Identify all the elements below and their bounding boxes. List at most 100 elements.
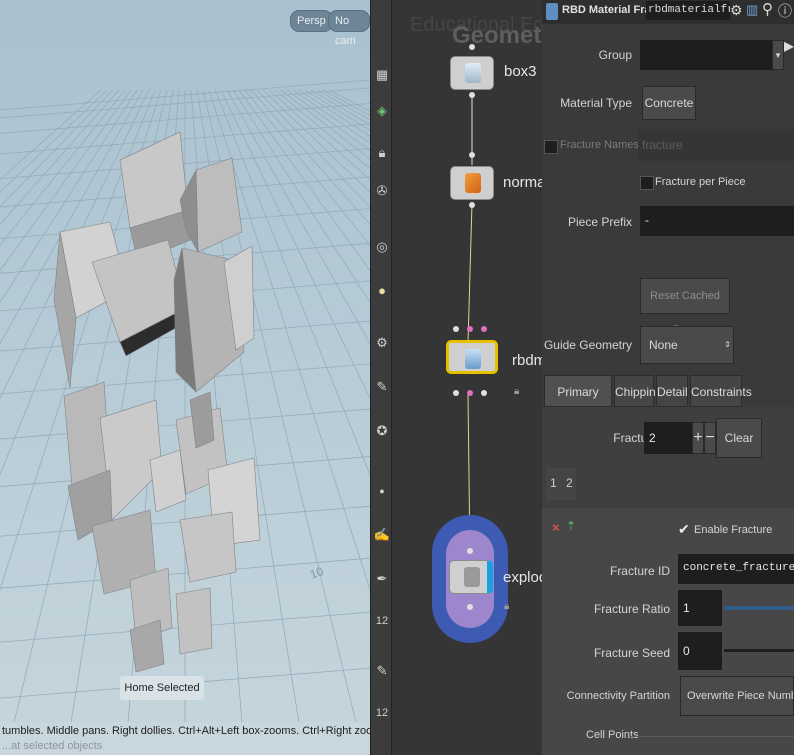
parameter-pane: RBD Material Fracture rbdmaterialfract ⚙… [542, 0, 794, 755]
fracture-seed-label: Fracture Seed [593, 646, 670, 660]
paint-icon[interactable]: ✎ [373, 660, 391, 682]
grid-line [292, 89, 370, 144]
level-tab-1[interactable]: 1 [550, 476, 557, 490]
parameter-header: RBD Material Fracture rbdmaterialfract ⚙… [542, 0, 794, 24]
light-icon[interactable]: ● [373, 280, 391, 302]
clear-button[interactable]: Clear [716, 418, 762, 458]
tab-primary-fracture[interactable]: Primary Fracture [544, 375, 612, 431]
ghost-icon[interactable]: ◎ [373, 236, 391, 258]
fracture-piece [175, 587, 213, 655]
tab-detail[interactable]: Detail [656, 375, 688, 407]
brush-icon[interactable]: ✍ [373, 524, 391, 546]
updown-icon: ⇕ [724, 340, 731, 349]
node-label: normal3 [503, 174, 542, 191]
node-input[interactable] [481, 326, 487, 332]
node-rbdmaterialfracture[interactable] [446, 340, 498, 374]
tab-chipping[interactable]: Chipping [614, 375, 662, 407]
node-name-field[interactable]: rbdmaterialfract [646, 1, 730, 20]
fracture-ratio-field[interactable]: 1 [678, 590, 722, 626]
display-options-icon[interactable]: ▦ [373, 64, 391, 86]
group-label: Group [598, 48, 632, 62]
scene-viewport[interactable]: Persp No cam 10 Home Selected tumbles. M… [0, 0, 370, 755]
grid-line [244, 89, 370, 246]
snap-icon[interactable]: ◈ [373, 100, 391, 122]
grid-line [274, 89, 370, 170]
level-tab-2[interactable]: 2 [566, 476, 573, 490]
node-input[interactable] [469, 152, 475, 158]
node-input[interactable] [467, 326, 473, 332]
grid-line [286, 89, 370, 152]
connectivity-partition-value: Overwrite Piece Numbering [687, 690, 793, 702]
node-input[interactable] [469, 44, 475, 50]
normal-icon [465, 173, 481, 193]
remove-instance-icon[interactable]: × [552, 520, 560, 535]
enable-fracture-check-icon[interactable]: ✔ [678, 521, 690, 538]
fracture-seed-field[interactable]: 0 [678, 632, 722, 670]
connectivity-partition-select[interactable]: Overwrite Piece Numbering [680, 676, 794, 716]
node-output[interactable] [467, 390, 473, 396]
guide-geometry-label: Guide Geometry [543, 338, 632, 352]
fracture-namespace-field[interactable]: fracture [638, 129, 794, 161]
viewport-grid [0, 79, 370, 755]
node-output[interactable] [469, 202, 475, 208]
piece-prefix-field[interactable]: - [640, 206, 794, 236]
node-output[interactable] [481, 390, 487, 396]
persp-menu-button[interactable]: Persp [290, 10, 333, 32]
fracture-ratio-slider[interactable] [724, 606, 794, 610]
fracture-level-field[interactable]: 2 [644, 422, 692, 454]
node-label: explode [503, 569, 542, 586]
frame-number: 12 [375, 615, 389, 627]
grid-line [298, 89, 370, 137]
node-output[interactable] [469, 92, 475, 98]
insert-instance-icon[interactable]: ⇡ [566, 519, 576, 533]
gear-icon[interactable]: ⚙ [730, 2, 743, 19]
reset-cached-pass-button[interactable]: Reset Cached Pass [640, 278, 730, 336]
guide-geometry-select[interactable]: None ⇕ [640, 326, 734, 364]
fracture-id-label: Fracture ID [609, 564, 670, 578]
enable-fracture-label: Enable Fracture [694, 524, 773, 536]
node-output[interactable] [467, 604, 473, 610]
level-remove-button[interactable]: − [704, 422, 716, 454]
group-menu-button[interactable]: ▾ [772, 40, 784, 70]
node-box3[interactable] [450, 56, 494, 90]
node-explodedview[interactable] [449, 560, 493, 594]
lock-icon[interactable]: 🔒︎ [373, 142, 391, 164]
grid-line [268, 89, 370, 181]
network-title: Geometry [452, 22, 542, 49]
fractured-geometry [53, 131, 261, 673]
point-icon[interactable]: ● [373, 480, 391, 502]
fracture-seed-slider[interactable] [724, 649, 794, 652]
grid-line [322, 89, 370, 116]
network-editor[interactable]: Educational Edition Geometry box3 normal… [392, 0, 542, 755]
cell-points-label: Cell Points [586, 729, 639, 741]
info-icon[interactable]: ⓘ [778, 1, 792, 21]
grid-line [304, 89, 370, 131]
node-input[interactable] [453, 326, 459, 332]
fracture-ratio-label: Fracture Ratio [593, 602, 670, 616]
node-output[interactable] [453, 390, 459, 396]
fracture-per-piece-label: Fracture per Piece [655, 176, 746, 188]
material-type-value: Concrete [644, 96, 694, 110]
material-type-select[interactable]: Concrete ⇕ [642, 86, 696, 141]
visualize-icon[interactable]: ✪ [373, 420, 391, 442]
camera-icon[interactable]: ✇ [373, 180, 391, 202]
fracture-id-field[interactable]: concrete_fracture1 [678, 554, 794, 584]
grid-line [232, 89, 370, 304]
node-input[interactable] [467, 548, 473, 554]
camera-menu-button[interactable]: No cam [328, 10, 370, 47]
search-icon[interactable]: ⚲ [762, 0, 773, 18]
node-normal3[interactable] [450, 166, 494, 200]
node-label: box3 [504, 63, 537, 80]
fracture-per-piece-checkbox[interactable] [640, 176, 654, 190]
tab-constraints[interactable]: Constraints [690, 375, 752, 407]
pen-icon[interactable]: ✒ [373, 568, 391, 590]
fracture-namespace-toggle[interactable] [544, 140, 558, 154]
box-icon [465, 63, 481, 83]
group-field[interactable] [640, 40, 772, 70]
handle-icon[interactable]: ✎ [373, 376, 391, 398]
level-add-button[interactable]: + [692, 422, 704, 454]
lock-icon: 🔒︎ [504, 601, 510, 612]
rbd-icon [465, 349, 481, 369]
help-book-icon[interactable]: ▥ [746, 2, 758, 18]
render-icon[interactable]: ⚙ [373, 332, 391, 354]
